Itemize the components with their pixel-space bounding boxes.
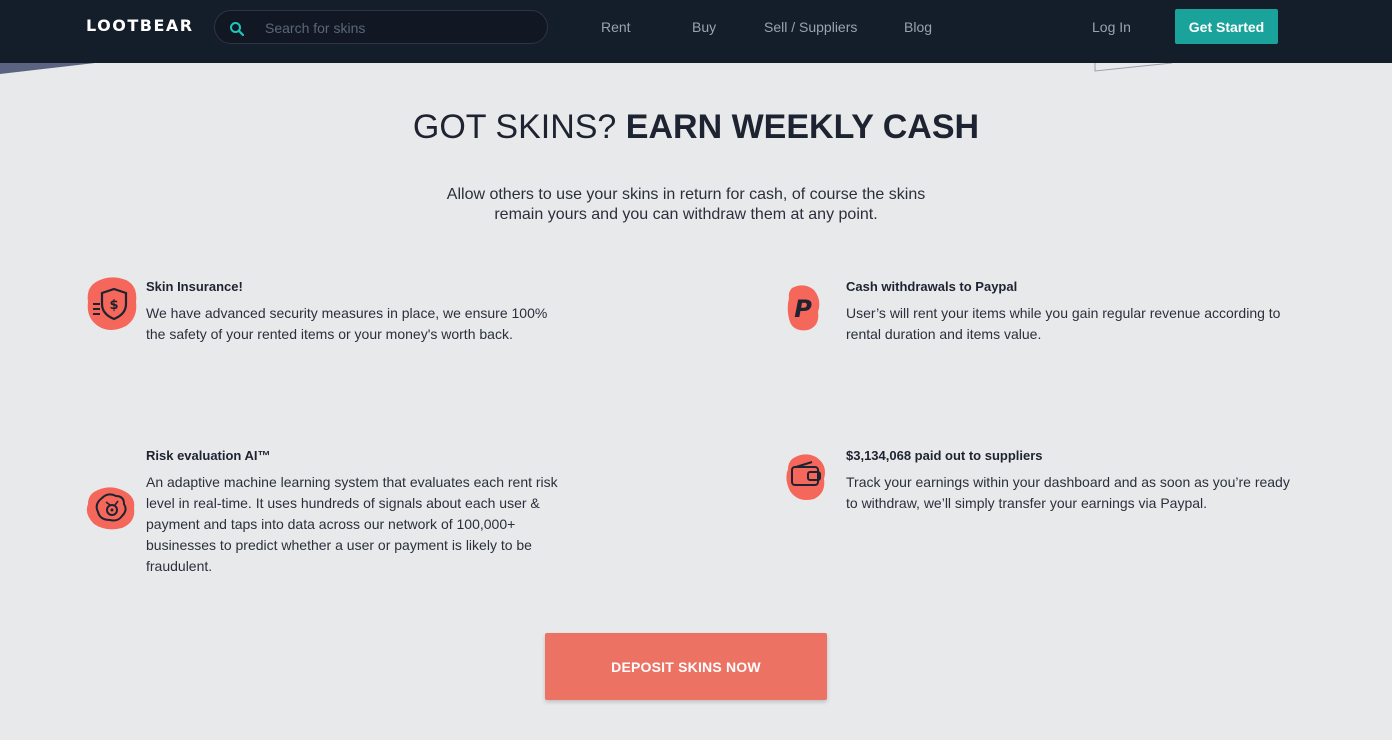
feature-text: An adaptive machine learning system that… [146, 474, 558, 574]
deposit-skins-button[interactable]: DEPOSIT SKINS NOW [545, 633, 827, 700]
feature-text: We have advanced security measures in pl… [146, 305, 548, 342]
feature-title: Risk evaluation AI™ [146, 448, 271, 463]
search-box[interactable] [214, 10, 548, 44]
feature-title: Cash withdrawals to Paypal [846, 279, 1018, 294]
page-title: GOT SKINS? EARN WEEKLY CASH [0, 108, 1392, 147]
decorative-shape [0, 63, 95, 74]
title-bold: EARN WEEKLY CASH [625, 108, 980, 146]
decorative-line [1094, 63, 1173, 72]
search-input[interactable] [265, 17, 535, 39]
wallet-icon [786, 454, 825, 500]
login-link[interactable]: Log In [1092, 19, 1131, 35]
feature-text: Track your earnings within your dashboar… [846, 474, 1290, 511]
search-icon [230, 22, 245, 37]
feature-text: User’s will rent your items while you ga… [846, 305, 1281, 342]
nav-sell-suppliers[interactable]: Sell / Suppliers [764, 19, 857, 35]
feature-title: Skin Insurance! [146, 279, 243, 294]
svg-text:$: $ [109, 298, 118, 313]
nav-rent[interactable]: Rent [601, 19, 631, 35]
top-navbar: LOOTBEAR Rent Buy Sell / Suppliers Blog … [0, 0, 1392, 63]
get-started-button[interactable]: Get Started [1175, 9, 1278, 44]
paypal-icon: P [787, 285, 820, 331]
svg-text:P: P [794, 295, 812, 323]
shield-dollar-icon: $ [87, 277, 137, 330]
brain-gear-icon [86, 487, 135, 530]
hero-subtitle: Allow others to use your skins in return… [446, 186, 926, 223]
nav-buy[interactable]: Buy [692, 19, 716, 35]
title-light: GOT SKINS? [412, 108, 626, 146]
feature-title: $3,134,068 paid out to suppliers [846, 448, 1043, 463]
nav-blog[interactable]: Blog [904, 19, 932, 35]
logo[interactable]: LOOTBEAR [86, 16, 194, 35]
